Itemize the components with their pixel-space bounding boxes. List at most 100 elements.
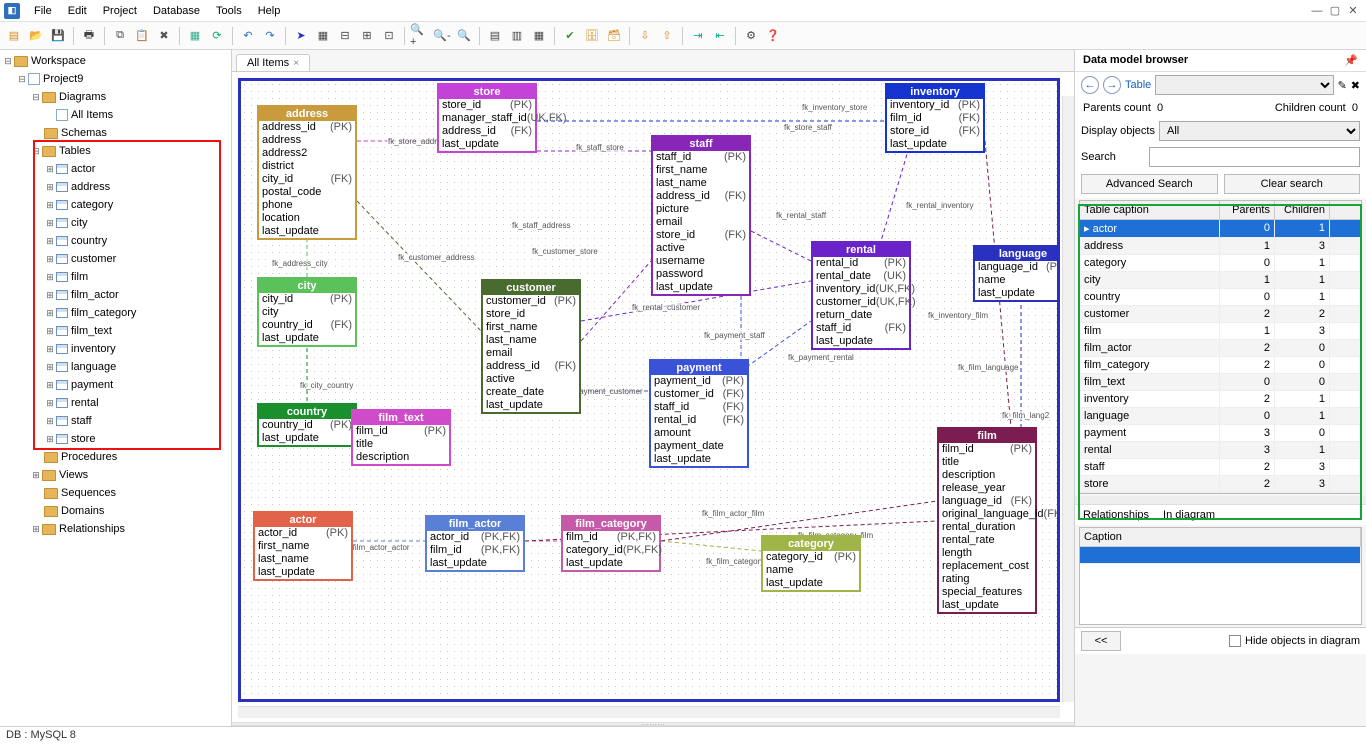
copy-icon[interactable]: ⧉: [110, 26, 130, 46]
tree-schemas[interactable]: Schemas: [61, 127, 107, 139]
refresh-icon[interactable]: ⟳: [207, 26, 227, 46]
menu-database[interactable]: Database: [145, 2, 208, 20]
edit-icon[interactable]: ✎: [1338, 79, 1347, 92]
tree-tables[interactable]: Tables: [59, 145, 91, 157]
db-import-icon[interactable]: ⇩: [635, 26, 655, 46]
zoom-out-icon[interactable]: 🔍-: [432, 26, 452, 46]
zoom-fit-icon[interactable]: 🔍: [454, 26, 474, 46]
clear-search-button[interactable]: Clear search: [1224, 174, 1361, 194]
canvas-scroll-v[interactable]: [1062, 96, 1074, 702]
entity-category[interactable]: categorycategory_id(PK)namelast_update: [761, 535, 861, 592]
search-input[interactable]: [1149, 147, 1360, 167]
grid-row-rental[interactable]: rental31: [1080, 442, 1361, 459]
print-icon[interactable]: 🖶: [79, 26, 99, 46]
grid-row-city[interactable]: city11: [1080, 272, 1361, 289]
tree-table-film[interactable]: ⊞film: [0, 268, 231, 286]
entity-payment[interactable]: paymentpayment_id(PK)customer_id(FK)staf…: [649, 359, 749, 468]
tab-relationships[interactable]: Relationships: [1083, 509, 1149, 521]
maximize-icon[interactable]: ▢: [1326, 4, 1344, 17]
entity-address[interactable]: addressaddress_id(PK)addressaddress2dist…: [257, 105, 357, 240]
tree-table-staff[interactable]: ⊞staff: [0, 412, 231, 430]
er-canvas[interactable]: fk_store_addressfk_inventory_storefk_sta…: [238, 78, 1060, 702]
canvas-scroll-h[interactable]: [238, 706, 1060, 718]
entity-rental[interactable]: rentalrental_id(PK)rental_date(UK)invent…: [811, 241, 911, 350]
object-select[interactable]: [1155, 75, 1333, 95]
menu-file[interactable]: File: [26, 2, 60, 20]
grid-row-address[interactable]: address13: [1080, 238, 1361, 255]
tree-table-payment[interactable]: ⊞payment: [0, 376, 231, 394]
entity-customer[interactable]: customercustomer_id(PK)store_idfirst_nam…: [481, 279, 581, 414]
open-icon[interactable]: 📂: [26, 26, 46, 46]
grid-row-film_text[interactable]: film_text00: [1080, 374, 1361, 391]
tree-table-film_text[interactable]: ⊞film_text: [0, 322, 231, 340]
db-sync-icon[interactable]: 🗄: [582, 26, 602, 46]
script-out-icon[interactable]: ⇤: [710, 26, 730, 46]
table-icon[interactable]: ▦: [185, 26, 205, 46]
add-table-icon[interactable]: ▦: [313, 26, 333, 46]
settings-icon[interactable]: ⚙: [741, 26, 761, 46]
tree-procedures[interactable]: Procedures: [61, 451, 117, 463]
grid-row-film_actor[interactable]: film_actor20: [1080, 340, 1361, 357]
tree-table-film_category[interactable]: ⊞film_category: [0, 304, 231, 322]
close-icon[interactable]: ✕: [1344, 4, 1362, 17]
entity-film[interactable]: filmfilm_id(PK)titledescriptionrelease_y…: [937, 427, 1037, 614]
menu-project[interactable]: Project: [95, 2, 145, 20]
tree-domains[interactable]: Domains: [61, 505, 104, 517]
col-children[interactable]: Children: [1275, 201, 1330, 219]
undo-icon[interactable]: ↶: [238, 26, 258, 46]
col-parents[interactable]: Parents: [1220, 201, 1275, 219]
col-caption2[interactable]: Caption: [1080, 528, 1361, 546]
entity-language[interactable]: languagelanguage_id(PK)namelast_update: [973, 245, 1060, 302]
tree-views[interactable]: Views: [59, 469, 88, 481]
col-caption[interactable]: Table caption: [1080, 201, 1220, 219]
entity-inventory[interactable]: inventoryinventory_id(PK)film_id(FK)stor…: [885, 83, 985, 153]
tree-table-country[interactable]: ⊞country: [0, 232, 231, 250]
splitter[interactable]: ⋯⋯⋯: [232, 722, 1074, 726]
tab-allitems[interactable]: All Items×: [236, 54, 310, 71]
entity-film_actor[interactable]: film_actoractor_id(PK,FK)film_id(PK,FK)l…: [425, 515, 525, 572]
grid-row-language[interactable]: language01: [1080, 408, 1361, 425]
entity-staff[interactable]: staffstaff_id(PK)first_namelast_nameaddr…: [651, 135, 751, 296]
grid-row-payment[interactable]: payment30: [1080, 425, 1361, 442]
tree-project[interactable]: Project9: [43, 73, 83, 85]
del-icon[interactable]: ✖: [1351, 79, 1360, 92]
menu-tools[interactable]: Tools: [208, 2, 250, 20]
tree-table-inventory[interactable]: ⊞inventory: [0, 340, 231, 358]
grid-row-staff[interactable]: staff23: [1080, 459, 1361, 476]
tree-workspace[interactable]: Workspace: [31, 55, 86, 67]
back-button[interactable]: ←: [1081, 76, 1099, 94]
grid1-icon[interactable]: ▤: [485, 26, 505, 46]
validate-icon[interactable]: ✔: [560, 26, 580, 46]
entity-actor[interactable]: actoractor_id(PK)first_namelast_namelast…: [253, 511, 353, 581]
pointer-icon[interactable]: ➤: [291, 26, 311, 46]
tree-table-film_actor[interactable]: ⊞film_actor: [0, 286, 231, 304]
minimize-icon[interactable]: —: [1308, 5, 1326, 17]
grid-row-actor[interactable]: ▸ actor01: [1080, 220, 1361, 238]
entity-film_category[interactable]: film_categoryfilm_id(PK,FK)category_id(P…: [561, 515, 661, 572]
menu-help[interactable]: Help: [250, 2, 289, 20]
tree-table-customer[interactable]: ⊞customer: [0, 250, 231, 268]
grid-row-inventory[interactable]: inventory21: [1080, 391, 1361, 408]
grid-row-country[interactable]: country01: [1080, 289, 1361, 306]
db-export-icon[interactable]: ⇧: [657, 26, 677, 46]
grid3-icon[interactable]: ▦: [529, 26, 549, 46]
tree-table-city[interactable]: ⊞city: [0, 214, 231, 232]
grid-row-category[interactable]: category01: [1080, 255, 1361, 272]
save-icon[interactable]: 💾: [48, 26, 68, 46]
entity-country[interactable]: countrycountry_id(PK)last_update: [257, 403, 357, 447]
tree-table-category[interactable]: ⊞category: [0, 196, 231, 214]
tree-table-store[interactable]: ⊞store: [0, 430, 231, 448]
help-icon[interactable]: ❓: [763, 26, 783, 46]
caption-row-selected[interactable]: [1080, 547, 1361, 564]
script-in-icon[interactable]: ⇥: [688, 26, 708, 46]
menu-edit[interactable]: Edit: [60, 2, 95, 20]
add-view-icon[interactable]: ⊞: [357, 26, 377, 46]
grid-row-customer[interactable]: customer22: [1080, 306, 1361, 323]
redo-icon[interactable]: ↷: [260, 26, 280, 46]
tab-indiagram[interactable]: In diagram: [1163, 509, 1215, 521]
entity-film_text[interactable]: film_textfilm_id(PK)titledescription: [351, 409, 451, 466]
hide-objects-check[interactable]: Hide objects in diagram: [1229, 635, 1360, 647]
adv-search-button[interactable]: Advanced Search: [1081, 174, 1218, 194]
add-note-icon[interactable]: ⊡: [379, 26, 399, 46]
grid-row-film[interactable]: film13: [1080, 323, 1361, 340]
